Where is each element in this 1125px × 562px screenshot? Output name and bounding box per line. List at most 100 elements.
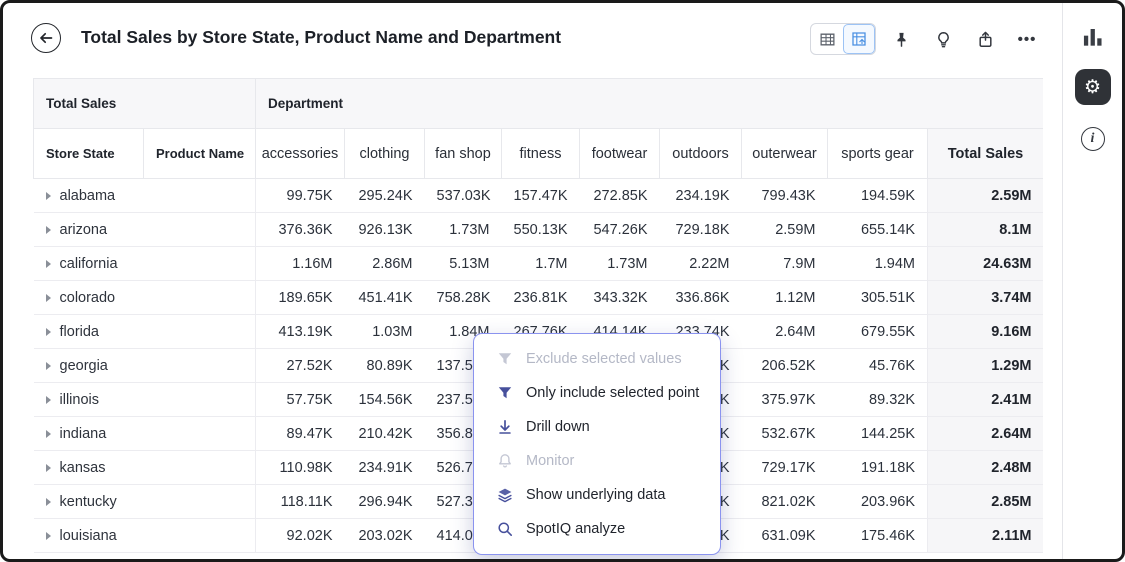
value-cell[interactable]: 154.56K (345, 383, 425, 417)
value-cell[interactable]: 1.12M (742, 281, 828, 315)
column-header-sports-gear[interactable]: sports gear (828, 129, 928, 179)
context-menu-item-show-underlying-data[interactable]: Show underlying data (474, 478, 720, 512)
value-cell[interactable]: 203.02K (345, 519, 425, 553)
row-header-louisiana[interactable]: louisiana (34, 519, 256, 553)
value-cell[interactable]: 336.86K (660, 281, 742, 315)
value-cell[interactable]: 89.47K (256, 417, 345, 451)
product-name-column-header[interactable]: Product Name (144, 129, 256, 179)
value-cell[interactable]: 547.26K (580, 213, 660, 247)
value-cell[interactable]: 296.94K (345, 485, 425, 519)
column-header-Total-Sales[interactable]: Total Sales (928, 129, 1044, 179)
total-sales-cell[interactable]: 2.85M (928, 485, 1044, 519)
value-cell[interactable]: 27.52K (256, 349, 345, 383)
value-cell[interactable]: 57.75K (256, 383, 345, 417)
value-cell[interactable]: 144.25K (828, 417, 928, 451)
expand-caret-icon[interactable] (46, 532, 51, 540)
expand-caret-icon[interactable] (46, 396, 51, 404)
expand-caret-icon[interactable] (46, 430, 51, 438)
total-sales-cell[interactable]: 3.74M (928, 281, 1044, 315)
value-cell[interactable]: 80.89K (345, 349, 425, 383)
total-sales-cell[interactable]: 2.48M (928, 451, 1044, 485)
value-cell[interactable]: 343.32K (580, 281, 660, 315)
row-header-kentucky[interactable]: kentucky (34, 485, 256, 519)
share-button[interactable] (968, 22, 1002, 56)
value-cell[interactable]: 655.14K (828, 213, 928, 247)
value-cell[interactable]: 758.28K (425, 281, 502, 315)
value-cell[interactable]: 234.91K (345, 451, 425, 485)
value-cell[interactable]: 118.11K (256, 485, 345, 519)
value-cell[interactable]: 191.18K (828, 451, 928, 485)
row-header-california[interactable]: california (34, 247, 256, 281)
value-cell[interactable]: 272.85K (580, 179, 660, 213)
value-cell[interactable]: 376.36K (256, 213, 345, 247)
value-cell[interactable]: 1.73M (580, 247, 660, 281)
value-cell[interactable]: 1.73M (425, 213, 502, 247)
more-options-button[interactable]: ••• (1010, 22, 1044, 56)
expand-caret-icon[interactable] (46, 226, 51, 234)
total-sales-cell[interactable]: 1.29M (928, 349, 1044, 383)
value-cell[interactable]: 92.02K (256, 519, 345, 553)
value-cell[interactable]: 203.96K (828, 485, 928, 519)
value-cell[interactable]: 234.19K (660, 179, 742, 213)
pin-button[interactable] (884, 22, 918, 56)
total-sales-cell[interactable]: 8.1M (928, 213, 1044, 247)
total-sales-cell[interactable]: 2.64M (928, 417, 1044, 451)
value-cell[interactable]: 821.02K (742, 485, 828, 519)
value-cell[interactable]: 2.86M (345, 247, 425, 281)
expand-caret-icon[interactable] (46, 328, 51, 336)
row-header-alabama[interactable]: alabama (34, 179, 256, 213)
value-cell[interactable]: 1.7M (502, 247, 580, 281)
value-cell[interactable]: 413.19K (256, 315, 345, 349)
value-cell[interactable]: 206.52K (742, 349, 828, 383)
row-header-illinois[interactable]: illinois (34, 383, 256, 417)
total-sales-cell[interactable]: 9.16M (928, 315, 1044, 349)
total-sales-cell[interactable]: 2.11M (928, 519, 1044, 553)
expand-caret-icon[interactable] (46, 260, 51, 268)
value-cell[interactable]: 175.46K (828, 519, 928, 553)
value-cell[interactable]: 110.98K (256, 451, 345, 485)
expand-caret-icon[interactable] (46, 294, 51, 302)
total-sales-cell[interactable]: 2.41M (928, 383, 1044, 417)
value-cell[interactable]: 89.32K (828, 383, 928, 417)
column-header-footwear[interactable]: footwear (580, 129, 660, 179)
value-cell[interactable]: 1.03M (345, 315, 425, 349)
total-sales-cell[interactable]: 2.59M (928, 179, 1044, 213)
row-header-florida[interactable]: florida (34, 315, 256, 349)
value-cell[interactable]: 729.18K (660, 213, 742, 247)
column-header-accessories[interactable]: accessories (256, 129, 345, 179)
value-cell[interactable]: 2.64M (742, 315, 828, 349)
pivot-view-icon[interactable] (843, 24, 875, 54)
info-button[interactable]: i (1081, 127, 1105, 151)
value-cell[interactable]: 194.59K (828, 179, 928, 213)
value-cell[interactable]: 45.76K (828, 349, 928, 383)
context-menu-item-spotiq-analyze[interactable]: SpotIQ analyze (474, 512, 720, 546)
value-cell[interactable]: 236.81K (502, 281, 580, 315)
store-state-column-header[interactable]: Store State (34, 129, 144, 179)
value-cell[interactable]: 295.24K (345, 179, 425, 213)
value-cell[interactable]: 7.9M (742, 247, 828, 281)
expand-caret-icon[interactable] (46, 464, 51, 472)
column-header-outerwear[interactable]: outerwear (742, 129, 828, 179)
value-cell[interactable]: 799.43K (742, 179, 828, 213)
value-cell[interactable]: 189.65K (256, 281, 345, 315)
value-cell[interactable]: 537.03K (425, 179, 502, 213)
row-header-georgia[interactable]: georgia (34, 349, 256, 383)
value-cell[interactable]: 2.22M (660, 247, 742, 281)
value-cell[interactable]: 305.51K (828, 281, 928, 315)
value-cell[interactable]: 99.75K (256, 179, 345, 213)
context-menu-item-only-include-selected-point[interactable]: Only include selected point (474, 376, 720, 410)
expand-caret-icon[interactable] (46, 498, 51, 506)
column-header-fan-shop[interactable]: fan shop (425, 129, 502, 179)
expand-caret-icon[interactable] (46, 362, 51, 370)
row-header-colorado[interactable]: colorado (34, 281, 256, 315)
settings-button[interactable]: ⚙ (1075, 69, 1111, 105)
value-cell[interactable]: 5.13M (425, 247, 502, 281)
value-cell[interactable]: 375.97K (742, 383, 828, 417)
column-header-clothing[interactable]: clothing (345, 129, 425, 179)
value-cell[interactable]: 729.17K (742, 451, 828, 485)
value-cell[interactable]: 1.16M (256, 247, 345, 281)
row-header-arizona[interactable]: arizona (34, 213, 256, 247)
context-menu-item-drill-down[interactable]: Drill down (474, 410, 720, 444)
table-view-icon[interactable] (811, 24, 843, 54)
total-sales-cell[interactable]: 24.63M (928, 247, 1044, 281)
